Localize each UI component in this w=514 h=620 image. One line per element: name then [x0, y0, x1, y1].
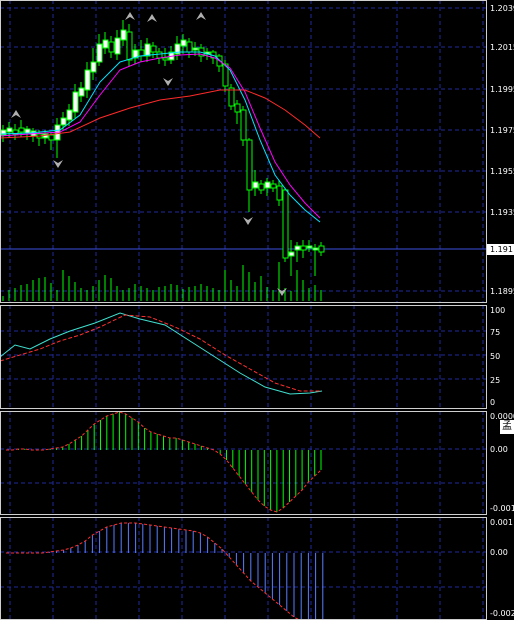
fractal-up-arrow [125, 12, 135, 20]
price-tick-5: 1.1955 [490, 167, 514, 176]
stoch-tick-0: 0 [490, 398, 496, 407]
fractal-up-arrow [147, 14, 157, 22]
stoch-tick-50: 50 [490, 352, 501, 361]
price-tick-7: 1.1895 [490, 287, 514, 296]
candle-bear [48, 134, 55, 141]
candle-bear [18, 127, 25, 133]
stoch-main-line [0, 312, 323, 395]
macd-pane[interactable]: 0.001 0.00 -0.002 [0, 517, 514, 620]
candle-bull [24, 128, 31, 134]
candle-bear [186, 41, 193, 53]
stoch-tick-25: 25 [490, 376, 501, 385]
candle-bull [72, 91, 79, 113]
candle-bear [258, 183, 265, 191]
candle-bear [282, 189, 289, 259]
candle-bull [90, 61, 97, 73]
candle-bull [102, 39, 109, 49]
osma-tick-bottom: -0.001 [490, 504, 514, 513]
candle-bull [192, 47, 199, 51]
price-chart[interactable] [0, 0, 487, 303]
candle-bull [144, 43, 151, 57]
candle-bear [318, 245, 325, 253]
candle-bear [156, 51, 163, 59]
candle-bull [294, 245, 301, 251]
price-tick-3: 1.1995 [490, 85, 514, 94]
candle-bull [264, 181, 271, 189]
fractal-down-arrow [163, 78, 173, 86]
stochastic-pane[interactable]: 100 75 50 25 0 [0, 305, 514, 409]
candle-bear [138, 49, 145, 57]
price-tick-2: 1.2015 [490, 43, 514, 52]
price-tick-1: 1.2039 [490, 4, 514, 13]
candle-bear [162, 57, 169, 61]
stochastic-chart[interactable] [0, 305, 487, 409]
candle-bull [120, 29, 127, 41]
macd-tick-top: 0.001 [490, 518, 513, 527]
candle-bear [246, 139, 253, 191]
indicator-icon[interactable]: 孟 [500, 420, 514, 434]
fractal-up-arrow [196, 12, 206, 20]
candle-bull [96, 43, 103, 63]
current-price-label: 1.191 [487, 244, 514, 255]
price-tick-6: 1.1935 [490, 208, 514, 217]
candle-bear [126, 31, 133, 61]
candle-bull [60, 117, 67, 126]
price-pane[interactable]: 1.2039 1.2015 1.1995 1.1975 1.1955 1.193… [0, 0, 514, 303]
candle-bear [300, 245, 307, 251]
macd-chart[interactable] [0, 517, 487, 620]
price-tick-4: 1.1975 [490, 126, 514, 135]
candle-bear [150, 45, 157, 53]
candle-bull [252, 181, 259, 189]
fractal-up-arrow [11, 110, 21, 118]
candle-bear [234, 103, 241, 113]
candle-bear [228, 87, 235, 107]
macd-tick-zero: 0.00 [490, 548, 508, 557]
candle-bull [114, 37, 121, 55]
candle-bull [312, 247, 319, 251]
stoch-tick-75: 75 [490, 328, 501, 337]
candle-bear [270, 183, 277, 189]
candle-bull [84, 69, 91, 91]
fractal-down-arrow [243, 217, 253, 225]
candle-bull [6, 127, 13, 133]
macd-tick-bottom: -0.002 [490, 609, 514, 618]
osma-chart[interactable] [0, 411, 487, 515]
candle-bull [288, 251, 295, 257]
candle-bull [66, 109, 73, 121]
stoch-signal-line [0, 314, 320, 392]
osma-tick-zero: 0.00 [490, 445, 508, 454]
candle-bull [78, 87, 85, 97]
osma-pane[interactable]: 0.0000 0.00 -0.001 [0, 411, 514, 515]
stoch-tick-100: 100 [490, 306, 506, 315]
candle-bull [306, 245, 313, 249]
candle-bull [180, 39, 187, 47]
fractal-down-arrow [53, 160, 63, 168]
candle-bear [240, 109, 247, 141]
candle-bear [108, 41, 115, 53]
candle-bear [276, 185, 283, 201]
